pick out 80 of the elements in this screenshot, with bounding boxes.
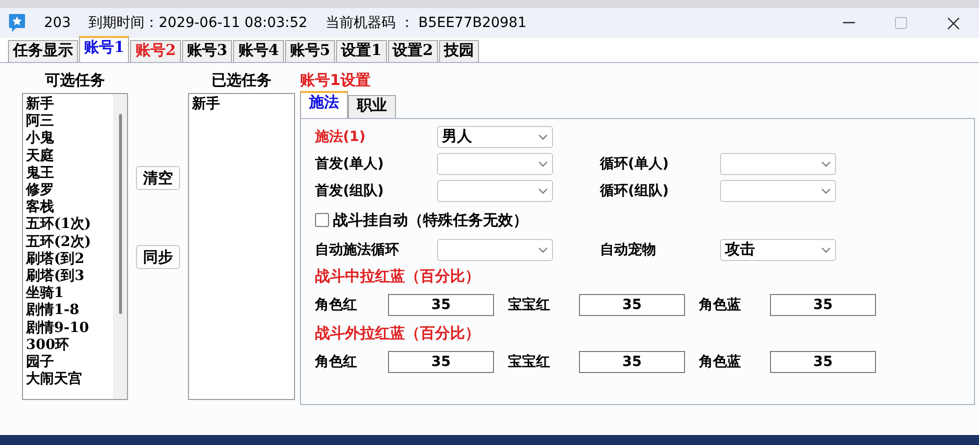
field-label: 循环(组队) [600, 182, 670, 200]
tab[interactable]: 账号2 [130, 40, 181, 62]
chevron-down-icon [538, 134, 548, 140]
auto-battle-checkbox[interactable]: 战斗挂自动（特殊任务无效） [315, 204, 974, 236]
list-item[interactable]: 小鬼 [26, 130, 91, 148]
dropdown[interactable] [437, 180, 553, 202]
tab[interactable]: 设置1 [336, 40, 387, 62]
dropdown[interactable]: 攻击 [720, 238, 836, 260]
chevron-down-icon [538, 246, 548, 252]
number-field[interactable]: 35 [388, 294, 494, 316]
list-item[interactable]: 坐骑1 [26, 285, 91, 302]
tab[interactable]: 账号5 [284, 40, 336, 62]
list-item[interactable]: 五环(2次) [26, 234, 91, 251]
dropdown[interactable] [437, 238, 553, 260]
scrollbar[interactable] [113, 94, 127, 399]
tab[interactable]: 账号1 [79, 36, 130, 62]
action-button[interactable]: 清空 [136, 166, 180, 190]
close-icon [946, 16, 960, 30]
list-item[interactable]: 客栈 [26, 199, 91, 216]
tab[interactable]: 任务显示 [8, 40, 78, 62]
list-item[interactable]: 刷塔(到3 [26, 268, 91, 286]
machine-code: 当前机器码 ： B5EE77B20981 [325, 14, 526, 32]
section-heading: 战斗中拉红蓝（百分比） [315, 266, 481, 287]
app-icon [8, 13, 26, 33]
dropdown[interactable] [720, 152, 836, 174]
tab[interactable]: 职业 [348, 95, 396, 118]
action-button[interactable]: 同步 [136, 245, 180, 269]
tab[interactable]: 设置2 [388, 40, 438, 62]
field-label: 角色红 [315, 353, 358, 371]
list-item[interactable]: 鬼王 [26, 164, 91, 182]
number-field[interactable]: 35 [579, 294, 685, 316]
chevron-down-icon [538, 188, 548, 194]
selected-task-list[interactable]: 新手 [188, 93, 295, 400]
section-heading: 战斗外拉红蓝（百分比） [315, 323, 481, 344]
field-label: 自动宠物 [600, 240, 657, 258]
settings-heading: 账号1设置 [300, 70, 370, 90]
field-label: 宝宝红 [507, 353, 551, 371]
list-item[interactable]: 剧情9-10 [26, 320, 91, 337]
minimize-icon [843, 22, 855, 24]
dropdown[interactable] [437, 152, 553, 174]
list-item[interactable]: 阿三 [26, 113, 91, 130]
field-label: 自动施法循环 [315, 240, 400, 258]
app-number: 203 [44, 15, 71, 31]
list-item[interactable]: 新手 [26, 96, 91, 114]
chevron-down-icon [821, 160, 831, 166]
list-heading: 可选任务 [44, 70, 106, 90]
field-label: 宝宝红 [507, 296, 551, 314]
field-label: 角色蓝 [698, 296, 742, 314]
number-field[interactable]: 35 [388, 351, 494, 373]
expiry-time: 到期时间：2029-06-11 08:03:52 [88, 14, 308, 32]
field-label: 角色蓝 [698, 353, 742, 371]
list-heading: 已选任务 [210, 70, 272, 90]
list-item[interactable]: 五环(1次) [26, 216, 91, 234]
list-item[interactable]: 刷塔(到2 [26, 250, 91, 268]
chevron-down-icon [538, 160, 548, 166]
list-item[interactable]: 天庭 [26, 148, 91, 165]
field-label: 施法(1) [315, 128, 367, 146]
field-label: 首发(单人) [315, 154, 385, 172]
dropdown[interactable]: 男人 [437, 126, 553, 148]
field-label: 角色红 [315, 296, 358, 314]
list-item[interactable]: 大闹天宫 [26, 371, 91, 388]
dropdown[interactable] [720, 180, 836, 202]
chevron-down-icon [821, 246, 831, 252]
list-item[interactable]: 修罗 [26, 182, 91, 200]
number-field[interactable]: 35 [579, 351, 685, 373]
list-item[interactable]: 300环 [26, 336, 91, 354]
field-label: 首发(组队) [315, 182, 385, 200]
task-list[interactable]: 新手 阿三 小鬼 天庭 鬼王 修罗 客栈 五环(1次) 五环(2次) 刷塔(到2 刷塔(到3 坐骑1 剧情1-8 剧情9-10 300环 园子 大闹天宫 [22, 93, 128, 400]
field-label: 循环(单人) [600, 154, 670, 172]
maximize-icon [895, 17, 907, 29]
number-field[interactable]: 35 [770, 351, 876, 373]
chevron-down-icon [821, 188, 831, 194]
list-item[interactable]: 剧情1-8 [26, 302, 91, 320]
tab[interactable]: 账号3 [182, 40, 232, 62]
number-field[interactable]: 35 [770, 294, 876, 316]
tab[interactable]: 账号4 [233, 40, 284, 62]
list-item[interactable]: 园子 [26, 354, 91, 372]
tab[interactable]: 技园 [439, 40, 480, 62]
tab[interactable]: 施法 [300, 91, 348, 118]
list-item[interactable]: 新手 [192, 96, 220, 114]
